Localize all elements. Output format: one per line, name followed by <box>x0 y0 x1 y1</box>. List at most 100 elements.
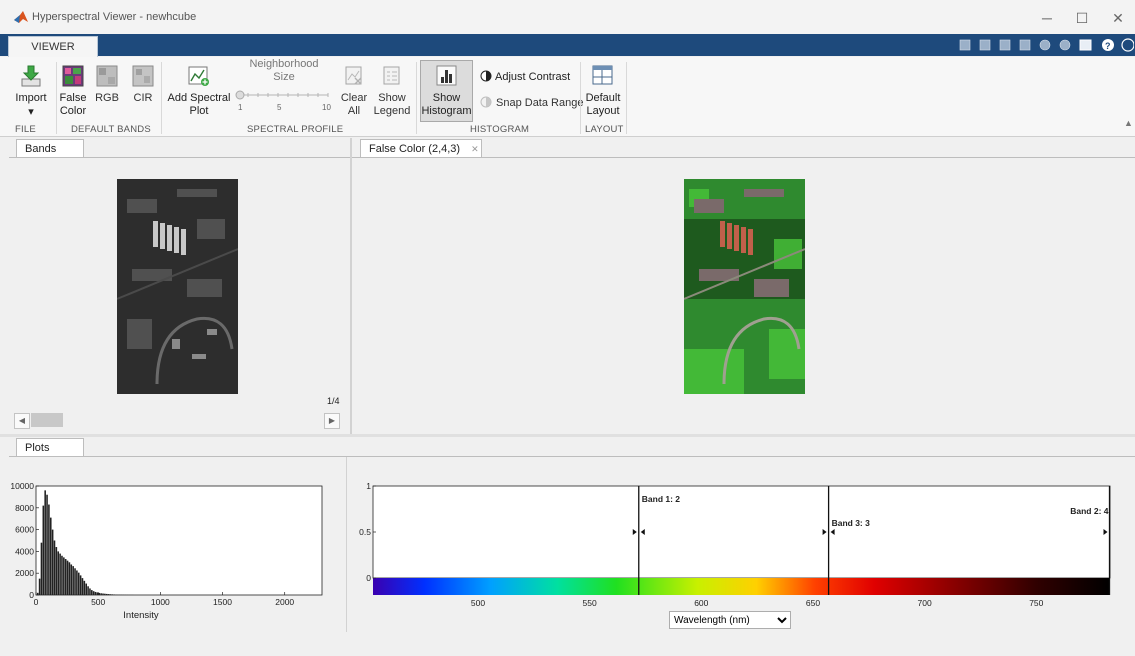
neighborhood-size-slider[interactable] <box>234 90 334 102</box>
matlab-logo-icon <box>14 11 28 23</box>
histogram-bar <box>98 592 101 595</box>
spectrum-y-tick-label: 0 <box>366 573 371 583</box>
histogram-bar <box>77 572 80 595</box>
wavelength-unit-select[interactable]: Wavelength (nm) <box>669 611 791 629</box>
collapse-ribbon-button[interactable]: ▲ <box>1124 118 1133 128</box>
histogram-bar <box>76 570 78 595</box>
histogram-bar <box>91 590 93 595</box>
import-dropdown-arrow[interactable]: ▾ <box>10 106 52 119</box>
histogram-bar <box>113 594 115 595</box>
minimize-button[interactable]: ─ <box>1032 6 1062 30</box>
cir-button[interactable]: CIR <box>126 92 160 105</box>
tab-close-icon[interactable]: ✕ <box>471 144 479 154</box>
band-marker-label: Band 2: 4 <box>1070 506 1109 516</box>
histogram-x-tick-label: 1500 <box>213 597 232 607</box>
switch-windows-icon[interactable] <box>1079 39 1092 51</box>
histogram-x-tick-label: 2000 <box>275 597 294 607</box>
histogram-bar <box>48 504 50 595</box>
quick-access-toolbar: ? <box>958 38 1135 55</box>
show-histogram-label: Show Histogram <box>421 92 472 117</box>
save-icon[interactable] <box>959 39 971 51</box>
histogram-bar <box>49 517 52 595</box>
histogram-bar <box>38 578 41 595</box>
tab-bands[interactable]: Bands <box>16 139 84 158</box>
tab-plots[interactable]: Plots <box>16 438 84 457</box>
clear-all-button[interactable]: Clear All <box>336 92 372 118</box>
histogram-bar <box>104 593 106 595</box>
import-icon <box>20 64 42 91</box>
histogram-x-tick-label: 0 <box>34 597 39 607</box>
undo-icon[interactable] <box>1039 39 1051 51</box>
clear-all-icon <box>344 65 364 90</box>
add-spectral-plot-icon <box>187 64 211 91</box>
slider-thumb[interactable] <box>235 90 245 100</box>
histogram-x-label: Intensity <box>123 610 159 621</box>
histogram-bar <box>68 562 71 595</box>
slider-tick-label: 10 <box>322 103 331 112</box>
default-layout-button[interactable]: Default Layout <box>582 92 624 118</box>
scrollbar-thumb[interactable] <box>31 413 63 427</box>
neighborhood-size-label: Neighborhood Size <box>249 58 319 83</box>
group-label-histogram: HISTOGRAM <box>470 124 530 135</box>
histogram-bar <box>51 529 54 595</box>
import-button[interactable]: Import <box>10 92 52 105</box>
spectrum-y-tick-label: 0.5 <box>359 527 371 537</box>
histogram-bar <box>70 564 73 595</box>
band-counter: 1/4 <box>327 396 340 406</box>
divider <box>9 157 350 158</box>
group-label-file: FILE <box>15 124 36 135</box>
copy-icon[interactable] <box>999 39 1011 51</box>
band-marker-label: Band 3: 3 <box>832 518 871 528</box>
spectrum-x-tick-label: 650 <box>806 598 820 608</box>
show-legend-icon <box>382 65 402 90</box>
horizontal-splitter[interactable] <box>0 434 1135 437</box>
maximize-button[interactable]: ☐ <box>1067 6 1097 30</box>
histogram-y-tick-label: 4000 <box>15 546 34 556</box>
ribbon-separator <box>580 62 581 134</box>
histogram-bar <box>66 560 69 595</box>
scroll-left-button[interactable]: ◀ <box>14 413 30 429</box>
histogram-bar <box>72 566 74 595</box>
options-icon[interactable] <box>1121 38 1135 52</box>
histogram-bar <box>64 559 67 595</box>
spectrum-x-tick-label: 550 <box>583 598 597 608</box>
show-legend-button[interactable]: Show Legend <box>372 92 412 118</box>
default-layout-icon <box>592 64 614 89</box>
histogram-bar <box>55 547 58 595</box>
histogram-icon <box>436 64 458 91</box>
add-spectral-plot-button[interactable]: Add Spectral Plot <box>164 92 234 118</box>
band-image[interactable] <box>116 179 239 394</box>
wavelength-colorbar <box>373 578 1110 595</box>
spectrum-chart: 0 0.5 1 500 550 600 650 700 750 Band 1: 2 Band 3: … <box>359 481 1111 608</box>
ribbon-separator <box>161 62 162 134</box>
histogram-bar <box>107 594 110 595</box>
histogram-bar <box>40 542 43 595</box>
group-label-default-bands: DEFAULT BANDS <box>71 124 151 135</box>
tab-viewer[interactable]: VIEWER <box>8 36 98 58</box>
histogram-bar <box>83 580 86 595</box>
snap-data-range-button[interactable]: Snap Data Range <box>496 97 583 109</box>
paste-icon[interactable] <box>1019 39 1031 51</box>
histogram-y-tick-label: 8000 <box>15 503 34 513</box>
histogram-chart: 0 500 1000 1500 2000 0 2000 4000 6000 8000 10000 In… <box>10 481 323 621</box>
tab-false-color[interactable]: False Color (2,4,3) ✕ <box>360 139 482 158</box>
false-color-button[interactable]: False Color <box>54 92 92 118</box>
status-bar <box>0 640 1135 656</box>
histogram-y-tick-label: 2000 <box>15 568 34 578</box>
histogram-bar <box>94 591 97 595</box>
plots-splitter <box>346 457 347 632</box>
histogram-bar <box>85 583 87 595</box>
cut-icon[interactable] <box>979 39 991 51</box>
histogram-bar <box>81 578 84 595</box>
tab-false-color-label: False Color (2,4,3) <box>369 143 461 155</box>
spectrum-y-tick-label: 1 <box>366 481 371 491</box>
histogram-bar <box>42 505 45 595</box>
adjust-contrast-button[interactable]: Adjust Contrast <box>495 71 570 83</box>
redo-icon[interactable] <box>1059 39 1071 51</box>
scroll-right-button[interactable]: ▶ <box>324 413 340 429</box>
false-color-image[interactable] <box>683 179 806 394</box>
false-color-icon <box>62 64 84 91</box>
histogram-bar <box>44 490 46 595</box>
close-button[interactable]: ✕ <box>1103 6 1133 30</box>
rgb-button[interactable]: RGB <box>90 92 124 105</box>
